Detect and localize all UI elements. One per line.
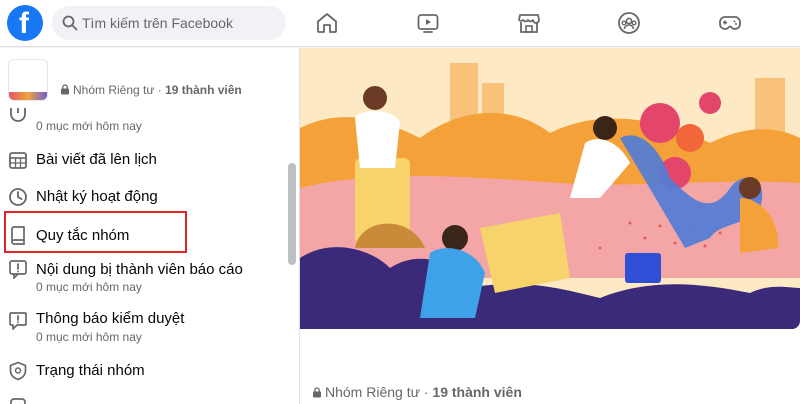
pending-icon xyxy=(10,108,26,122)
shield-icon xyxy=(9,361,27,381)
home-icon[interactable] xyxy=(315,11,339,35)
group-main-area: Nhóm Riêng tư · 19 thành viên xyxy=(300,48,800,404)
watch-icon[interactable] xyxy=(416,11,440,35)
sidebar-item-scheduled-posts-label: Bài viết đã lên lịch xyxy=(36,151,157,168)
group-privacy-label: Nhóm Riêng tư xyxy=(73,83,155,97)
sidebar-item-activity-log[interactable]: Nhật ký hoạt động xyxy=(0,182,288,212)
sidebar-item-pending-sub: 0 mục mới hôm nay xyxy=(36,119,142,133)
moderation-alert-icon xyxy=(9,312,27,330)
search-input[interactable] xyxy=(82,6,282,40)
sidebar-item-member-reported-label: Nội dung bị thành viên báo cáo xyxy=(36,261,243,278)
sidebar-item-next-cutoff[interactable] xyxy=(0,396,288,404)
lock-icon xyxy=(313,387,321,398)
sidebar-item-moderation-alerts-label: Thông báo kiểm duyệt xyxy=(36,310,185,327)
sidebar-scrollbar[interactable] xyxy=(288,163,296,265)
groups-icon[interactable] xyxy=(617,11,641,35)
search-icon xyxy=(62,15,78,31)
group-member-count: 19 thành viên xyxy=(165,83,242,97)
top-navigation-bar: f xyxy=(0,0,800,47)
group-meta-separator: · xyxy=(154,83,166,97)
sidebar-item-member-reported[interactable]: Nội dung bị thành viên báo cáo 0 mục mới… xyxy=(0,256,288,298)
main-privacy-label: Nhóm Riêng tư xyxy=(325,384,420,400)
sidebar-item-activity-log-label: Nhật ký hoạt động xyxy=(36,188,158,205)
group-header[interactable]: Nhóm Riêng tư · 19 thành viên xyxy=(0,48,299,108)
lock-icon xyxy=(61,84,69,95)
sidebar-item-pending[interactable]: 0 mục mới hôm nay xyxy=(0,108,288,136)
marketplace-icon[interactable] xyxy=(517,11,541,35)
partial-icon xyxy=(10,398,26,404)
sidebar-item-moderation-alerts-sub: 0 mục mới hôm nay xyxy=(36,330,142,344)
group-admin-sidebar: Nhóm Riêng tư · 19 thành viên 0 mục mới … xyxy=(0,48,300,404)
group-thumbnail[interactable] xyxy=(8,59,48,101)
main-meta-separator: · xyxy=(419,384,433,400)
main-member-count: 19 thành viên xyxy=(432,384,522,400)
clock-icon xyxy=(9,188,27,206)
highlight-annotation-box xyxy=(4,211,187,253)
gaming-icon[interactable] xyxy=(718,11,742,35)
sidebar-item-group-status[interactable]: Trạng thái nhóm xyxy=(0,356,288,386)
group-privacy-members: Nhóm Riêng tư · 19 thành viên xyxy=(60,83,242,97)
facebook-logo-letter: f xyxy=(19,7,29,40)
report-icon xyxy=(9,260,27,279)
sidebar-item-member-reported-sub: 0 mục mới hôm nay xyxy=(36,280,142,294)
facebook-logo[interactable]: f xyxy=(7,5,43,41)
sidebar-item-group-status-label: Trạng thái nhóm xyxy=(36,362,145,379)
sidebar-item-scheduled-posts[interactable]: Bài viết đã lên lịch xyxy=(0,145,288,175)
search-box[interactable] xyxy=(52,6,286,40)
main-group-privacy-members: Nhóm Riêng tư · 19 thành viên xyxy=(312,384,522,400)
calendar-icon xyxy=(9,152,27,169)
group-cover-photo[interactable] xyxy=(300,48,800,329)
cover-illustration xyxy=(300,48,800,329)
sidebar-item-moderation-alerts[interactable]: Thông báo kiểm duyệt 0 mục mới hôm nay xyxy=(0,306,288,350)
